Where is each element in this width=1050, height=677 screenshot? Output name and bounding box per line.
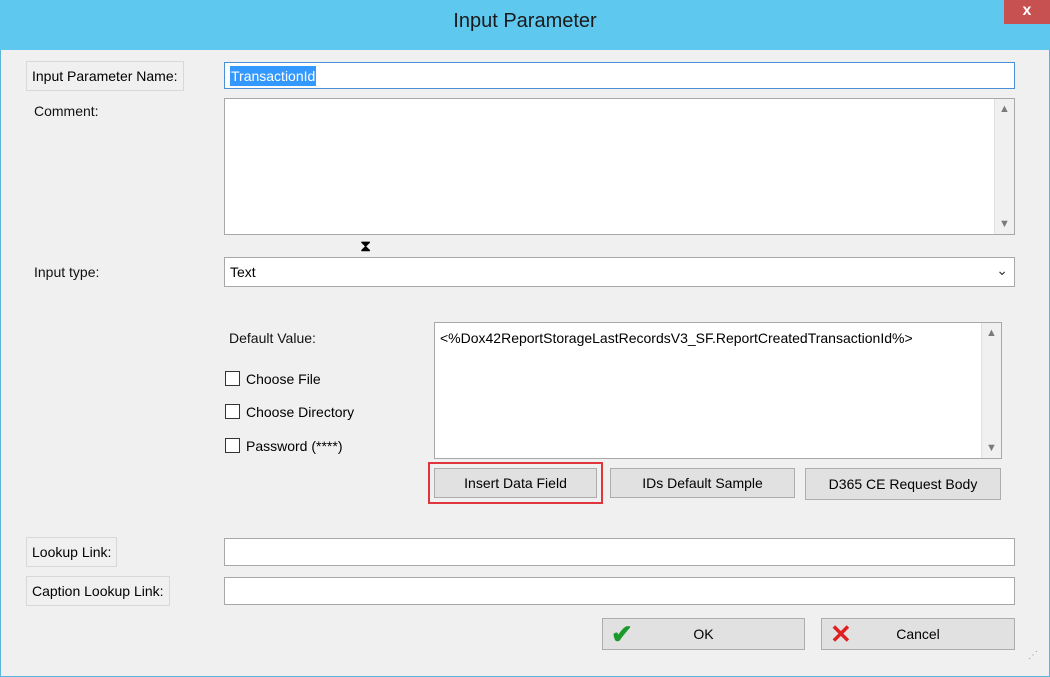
ok-button-label: OK: [693, 626, 714, 642]
lookup-link-label: Lookup Link:: [26, 537, 118, 567]
cancel-icon: ✕: [830, 619, 852, 649]
name-label: Input Parameter Name:: [26, 61, 184, 91]
default-value-label: Default Value:: [229, 330, 316, 346]
chevron-down-icon[interactable]: ⌄: [996, 262, 1008, 279]
default-value-field[interactable]: <%Dox42ReportStorageLastRecordsV3_SF.Rep…: [434, 322, 1002, 459]
hourglass-icon: ⧗: [360, 238, 372, 255]
cancel-button-label: Cancel: [896, 626, 940, 642]
comment-field[interactable]: ▲ ▼: [224, 98, 1015, 235]
default-value-scrollbar[interactable]: ▲ ▼: [981, 323, 1001, 458]
lookup-link-field[interactable]: [224, 538, 1015, 566]
input-type-value: Text: [230, 264, 256, 280]
choose-directory-checkbox[interactable]: [225, 404, 240, 419]
scroll-up-icon[interactable]: ▲: [995, 99, 1014, 119]
password-checkbox[interactable]: [225, 438, 240, 453]
name-field-value: TransactionId: [230, 66, 317, 86]
choose-file-label: Choose File: [246, 371, 321, 387]
ids-default-sample-button[interactable]: IDs Default Sample: [610, 468, 795, 498]
scroll-up-icon[interactable]: ▲: [982, 323, 1001, 343]
caption-lookup-link-field[interactable]: [224, 577, 1015, 605]
ok-button[interactable]: ✔ OK: [602, 618, 805, 650]
input-type-label: Input type:: [34, 264, 100, 280]
comment-label: Comment:: [34, 103, 99, 119]
cancel-button[interactable]: ✕ Cancel: [821, 618, 1015, 650]
scroll-down-icon[interactable]: ▼: [982, 438, 1001, 458]
caption-lookup-link-label: Caption Lookup Link:: [26, 576, 170, 606]
choose-directory-label: Choose Directory: [246, 404, 355, 420]
insert-data-field-button[interactable]: Insert Data Field: [434, 468, 597, 498]
close-icon: x: [1022, 2, 1032, 19]
title-bar: Input Parameter x: [0, 0, 1050, 50]
default-value-text: <%Dox42ReportStorageLastRecordsV3_SF.Rep…: [440, 330, 913, 346]
name-field[interactable]: TransactionId: [224, 62, 1015, 89]
checkmark-icon: ✔: [611, 619, 633, 649]
dialog-body: Input Parameter Name: TransactionId Comm…: [10, 50, 1040, 667]
choose-file-checkbox[interactable]: [225, 371, 240, 386]
input-type-select[interactable]: Text ⌄: [224, 257, 1015, 287]
comment-scrollbar[interactable]: ▲ ▼: [994, 99, 1014, 234]
scroll-down-icon[interactable]: ▼: [995, 214, 1014, 234]
d365-request-body-button[interactable]: D365 CE Request Body: [805, 468, 1001, 500]
resize-grip-icon[interactable]: ⋰: [1028, 650, 1038, 661]
window-title: Input Parameter: [453, 10, 597, 32]
password-label: Password (****): [246, 438, 343, 454]
close-button[interactable]: x: [1004, 0, 1050, 24]
